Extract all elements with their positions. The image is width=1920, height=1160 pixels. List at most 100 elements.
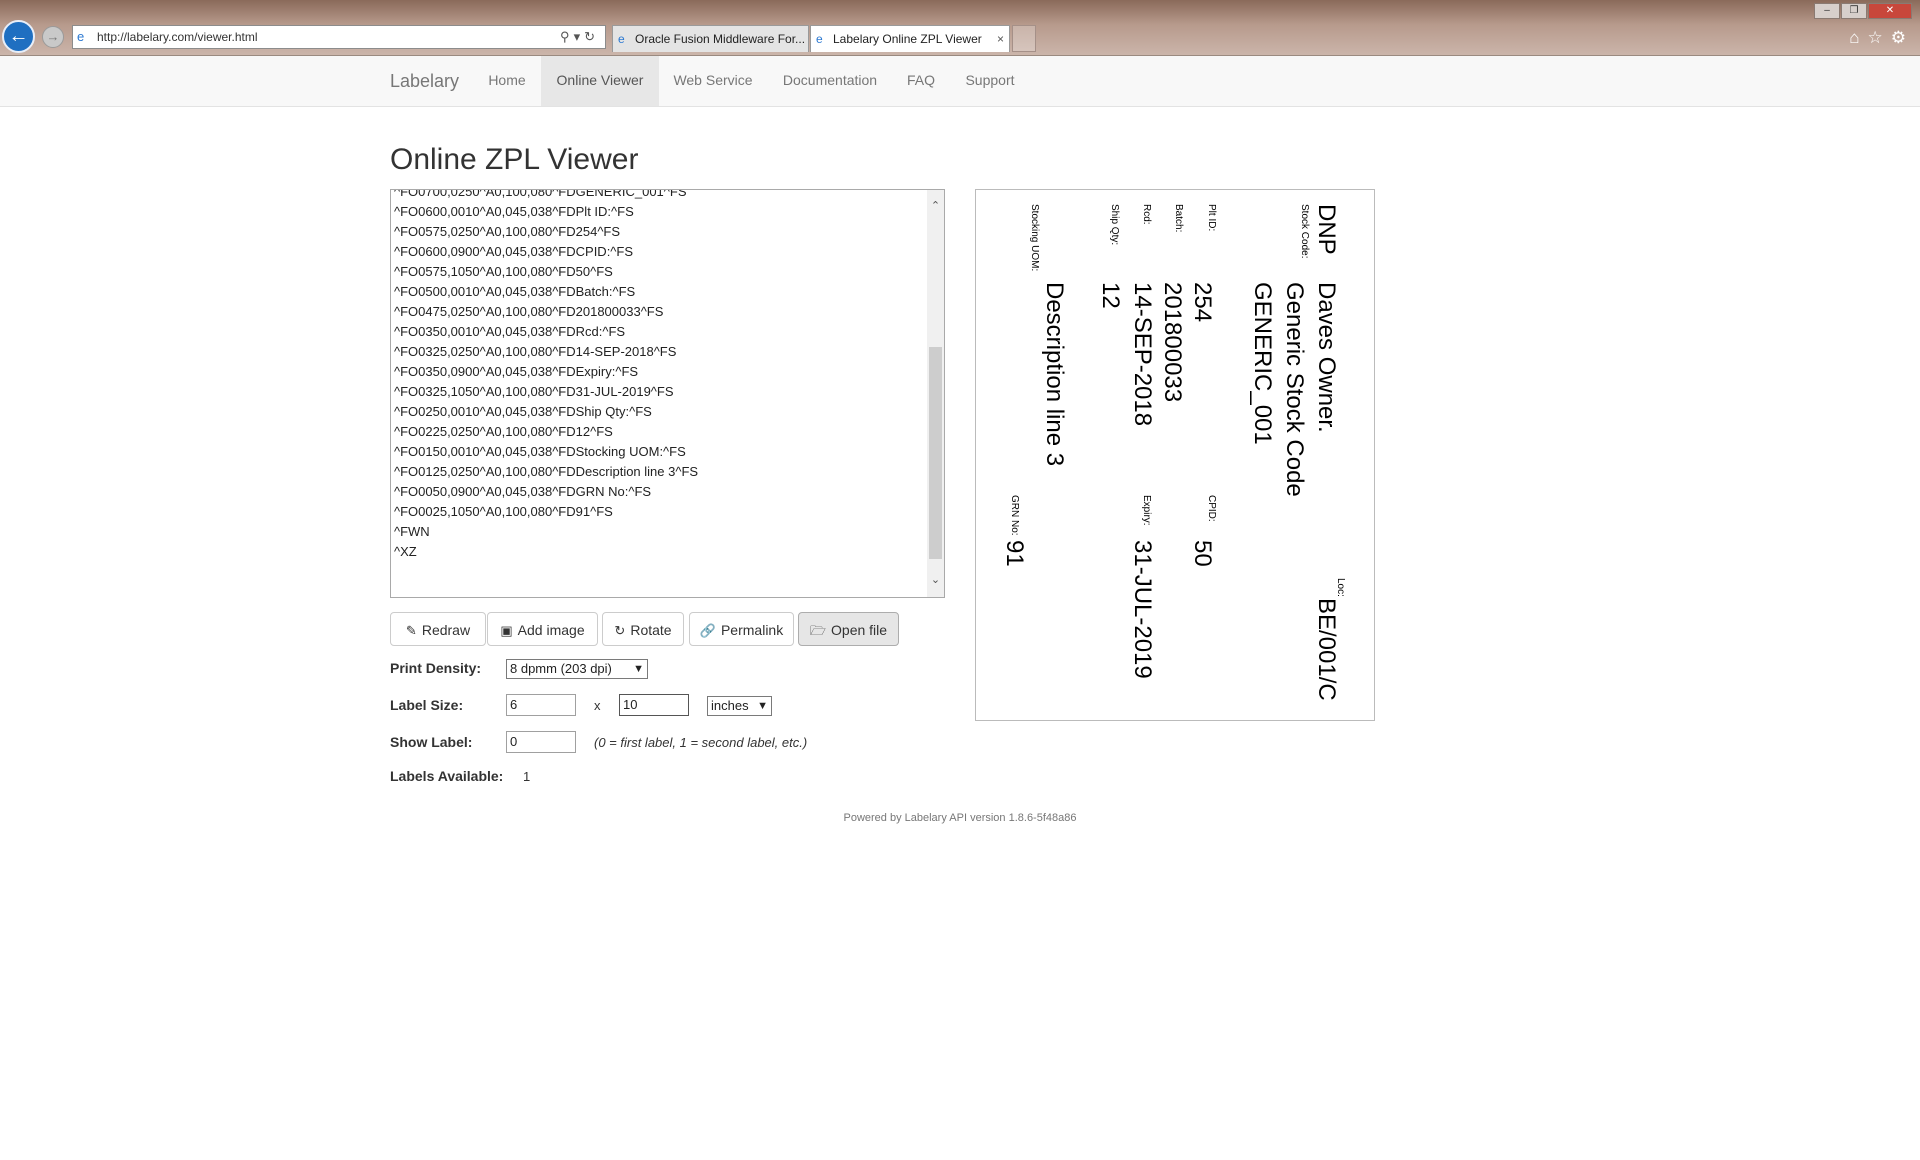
address-bar[interactable]: e http://labelary.com/viewer.html ⚲▾↻ bbox=[72, 25, 606, 49]
label-preview: DNP Daves Owner. Stock Code: Generic Sto… bbox=[975, 189, 1375, 721]
label-expiry-value: 31-JUL-2019 bbox=[1129, 540, 1156, 679]
label-rcd-label: Rcd: bbox=[1141, 204, 1152, 225]
label-grn-label: GRN No: bbox=[1009, 495, 1020, 536]
label-stock-code-value: GENERIC_001 bbox=[1249, 282, 1276, 445]
zpl-line[interactable]: ^FO0050,0900^A0,045,038^FDGRN No:^FS bbox=[394, 482, 924, 502]
label-owner: Daves Owner. bbox=[1313, 282, 1340, 433]
label-rcd-value: 14-SEP-2018 bbox=[1129, 282, 1156, 427]
label-stock-code-label: Stock Code: bbox=[1299, 204, 1310, 259]
zpl-line[interactable]: ^FO0350,0010^A0,045,038^FDRcd:^FS bbox=[394, 322, 924, 342]
favorites-star-icon[interactable]: ☆ bbox=[1868, 28, 1891, 47]
show-label-input[interactable]: 0 bbox=[506, 731, 576, 753]
open-file-label: Open file bbox=[831, 622, 888, 638]
print-density-value: 8 dpmm (203 dpi) bbox=[510, 661, 612, 676]
label-cpid-label: CPID: bbox=[1206, 495, 1217, 522]
zpl-line[interactable]: ^FO0500,0010^A0,045,038^FDBatch:^FS bbox=[394, 282, 924, 302]
scroll-up-icon[interactable]: ⌃ bbox=[927, 198, 944, 215]
label-plt-id-label: Plt ID: bbox=[1206, 204, 1217, 232]
link-icon: 🔗 bbox=[699, 623, 716, 638]
zpl-line[interactable]: ^FO0325,0250^A0,100,080^FD14-SEP-2018^FS bbox=[394, 342, 924, 362]
zpl-line[interactable]: ^FO0150,0010^A0,045,038^FDStocking UOM:^… bbox=[394, 442, 924, 462]
nav-faq[interactable]: FAQ bbox=[893, 56, 949, 106]
zpl-line[interactable]: ^FO0125,0250^A0,100,080^FDDescription li… bbox=[394, 462, 924, 482]
back-arrow-icon[interactable]: ← bbox=[2, 20, 35, 53]
label-loc-label: Loc: bbox=[1335, 578, 1346, 597]
redraw-label: Redraw bbox=[421, 622, 471, 638]
label-expiry-label: Expiry: bbox=[1141, 495, 1152, 526]
nav-web-service[interactable]: Web Service bbox=[659, 56, 767, 106]
label-height-input[interactable]: 10 bbox=[619, 694, 689, 716]
page-title: Online ZPL Viewer bbox=[390, 143, 639, 176]
zpl-line[interactable]: ^XZ bbox=[394, 542, 924, 562]
zpl-textarea[interactable]: ^FO0700,0250^A0,100,080^FDGENERIC_001^FS… bbox=[390, 189, 945, 598]
minimize-icon[interactable]: – bbox=[1814, 3, 1840, 19]
print-density-select[interactable]: 8 dpmm (203 dpi) ▼ bbox=[506, 659, 648, 679]
zpl-line[interactable]: ^FWN bbox=[394, 522, 924, 542]
show-label-hint: (0 = first label, 1 = second label, etc.… bbox=[594, 735, 808, 750]
label-grn-value: 91 bbox=[1001, 540, 1028, 567]
brand-logo[interactable]: Labelary bbox=[390, 56, 459, 106]
label-loc-value: BE/001/C bbox=[1313, 598, 1340, 701]
browser-chrome: ← → e http://labelary.com/viewer.html ⚲▾… bbox=[0, 0, 1920, 56]
nav-documentation[interactable]: Documentation bbox=[769, 56, 891, 106]
restore-icon[interactable]: ❐ bbox=[1841, 3, 1867, 19]
print-density-label: Print Density: bbox=[390, 660, 482, 676]
search-refresh-icons[interactable]: ⚲▾↻ bbox=[560, 26, 599, 48]
zpl-line[interactable]: ^FO0575,0250^A0,100,080^FD254^FS bbox=[394, 222, 924, 242]
zpl-line[interactable]: ^FO0350,0900^A0,045,038^FDExpiry:^FS bbox=[394, 362, 924, 382]
ie-tab-icon: e bbox=[816, 32, 823, 46]
forward-arrow-icon[interactable]: → bbox=[42, 26, 64, 48]
label-width-input[interactable]: 6 bbox=[506, 694, 576, 716]
rotate-icon: ↻ bbox=[614, 623, 626, 638]
show-label-label: Show Label: bbox=[390, 734, 473, 750]
label-size-label: Label Size: bbox=[390, 697, 464, 713]
permalink-button[interactable]: 🔗 Permalink bbox=[689, 612, 794, 646]
zpl-line[interactable]: ^FO0025,1050^A0,100,080^FD91^FS bbox=[394, 502, 924, 522]
zpl-line[interactable]: ^FO0600,0010^A0,045,038^FDPlt ID:^FS bbox=[394, 202, 924, 222]
rotate-label: Rotate bbox=[630, 622, 672, 638]
tab-labelary[interactable]: e Labelary Online ZPL Viewer × bbox=[810, 25, 1010, 52]
size-separator: x bbox=[594, 698, 601, 713]
page-footer: Powered by Labelary API version 1.8.6-5f… bbox=[843, 812, 1077, 824]
zpl-code[interactable]: ^FO0700,0250^A0,100,080^FDGENERIC_001^FS… bbox=[394, 190, 924, 562]
address-url[interactable]: http://labelary.com/viewer.html bbox=[97, 26, 258, 48]
unit-select[interactable]: inches ▼ bbox=[707, 696, 772, 716]
rotate-button[interactable]: ↻ Rotate bbox=[602, 612, 684, 646]
zpl-line[interactable]: ^FO0700,0250^A0,100,080^FDGENERIC_001^FS bbox=[394, 190, 924, 202]
tab-oracle[interactable]: e Oracle Fusion Middleware For... bbox=[612, 25, 809, 52]
open-file-button[interactable]: 🗁 Open file bbox=[798, 612, 899, 646]
scroll-thumb[interactable] bbox=[929, 347, 942, 559]
zpl-line[interactable]: ^FO0250,0010^A0,045,038^FDShip Qty:^FS bbox=[394, 402, 924, 422]
scroll-down-icon[interactable]: ⌄ bbox=[927, 572, 944, 589]
redraw-button[interactable]: ✎ Redraw bbox=[390, 612, 486, 646]
ie-page-icon: e bbox=[77, 29, 85, 44]
label-batch-label: Batch: bbox=[1173, 204, 1184, 233]
zpl-line[interactable]: ^FO0575,1050^A0,100,080^FD50^FS bbox=[394, 262, 924, 282]
ie-tab-icon: e bbox=[618, 32, 625, 46]
zpl-scrollbar[interactable]: ⌃ ⌄ bbox=[927, 190, 944, 597]
tab-label: Labelary Online ZPL Viewer bbox=[833, 32, 982, 46]
zpl-line[interactable]: ^FO0475,0250^A0,100,080^FD201800033^FS bbox=[394, 302, 924, 322]
permalink-label: Permalink bbox=[720, 622, 784, 638]
zpl-line[interactable]: ^FO0600,0900^A0,045,038^FDCPID:^FS bbox=[394, 242, 924, 262]
edit-icon: ✎ bbox=[405, 623, 417, 638]
add-image-button[interactable]: ▣ Add image bbox=[487, 612, 598, 646]
nav-home[interactable]: Home bbox=[474, 56, 540, 106]
new-tab-button[interactable] bbox=[1012, 25, 1036, 52]
browser-toolbar-icons: ⌂☆⚙ bbox=[1849, 28, 1914, 48]
zpl-line[interactable]: ^FO0225,0250^A0,100,080^FD12^FS bbox=[394, 422, 924, 442]
tab-close-icon[interactable]: × bbox=[997, 26, 1004, 52]
gear-icon[interactable]: ⚙ bbox=[1891, 28, 1914, 47]
nav-online-viewer[interactable]: Online Viewer bbox=[541, 56, 659, 106]
label-batch-value: 201800033 bbox=[1159, 282, 1186, 403]
folder-open-icon: 🗁 bbox=[809, 623, 827, 638]
home-icon[interactable]: ⌂ bbox=[1849, 28, 1867, 47]
tab-label: Oracle Fusion Middleware For... bbox=[635, 32, 806, 46]
window-controls: – ❐ ✕ bbox=[1813, 0, 1912, 19]
zpl-line[interactable]: ^FO0325,1050^A0,100,080^FD31-JUL-2019^FS bbox=[394, 382, 924, 402]
nav-support[interactable]: Support bbox=[951, 56, 1029, 106]
label-uom-value: Description line 3 bbox=[1041, 282, 1068, 467]
label-cpid-value: 50 bbox=[1189, 540, 1216, 567]
window-close-icon[interactable]: ✕ bbox=[1868, 3, 1912, 19]
label-ship-qty-value: 12 bbox=[1097, 282, 1124, 309]
